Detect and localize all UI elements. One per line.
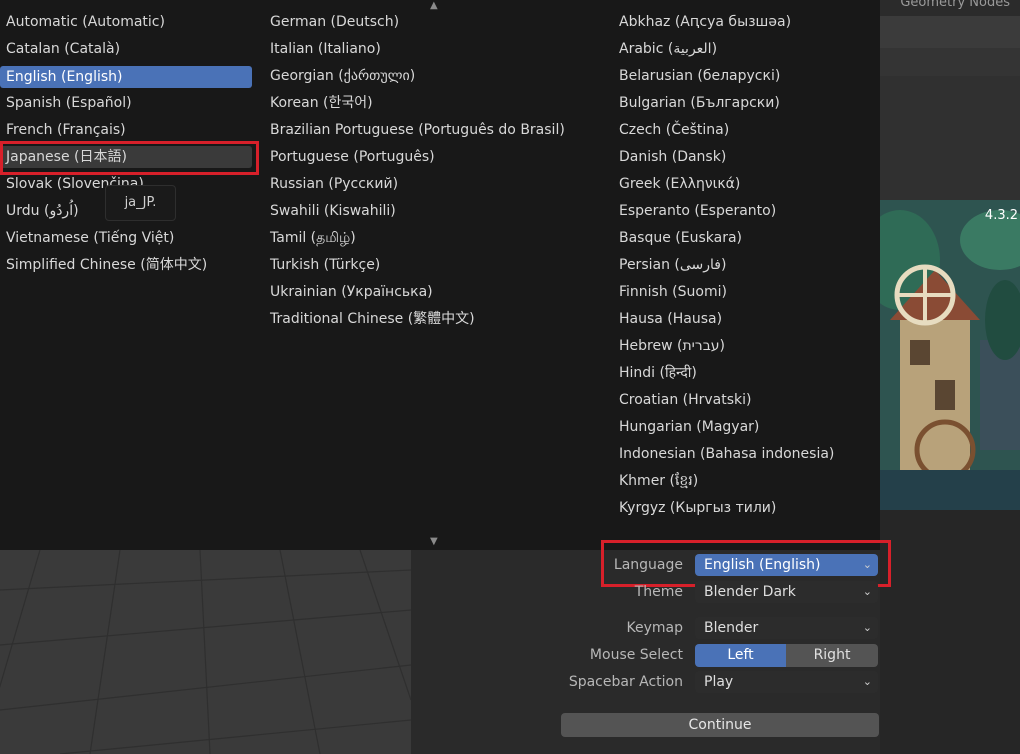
language-option-greek[interactable]: Greek (Ελληνικά) — [613, 173, 740, 195]
theme-dropdown-value: Blender Dark — [704, 584, 796, 600]
language-option-hebrew[interactable]: Hebrew (עברית) — [613, 335, 725, 357]
workspace-tab-geometry-nodes[interactable]: Geometry Nodes — [880, 0, 1020, 16]
spacebar-action-label: Spacebar Action — [568, 674, 683, 690]
language-option-german[interactable]: German (Deutsch) — [264, 11, 399, 33]
3d-viewport-grid — [0, 550, 411, 754]
language-option-persian[interactable]: Persian (فارسی) — [613, 254, 726, 276]
language-option-catalan[interactable]: Catalan (Català) — [0, 38, 252, 60]
language-option-tamil[interactable]: Tamil (தமிழ்) — [264, 227, 356, 249]
chevron-down-icon: ⌄ — [862, 585, 872, 598]
language-option-automatic[interactable]: Automatic (Automatic) — [0, 11, 252, 33]
scroll-down-arrow-icon[interactable]: ▼ — [430, 536, 438, 547]
language-option-basque[interactable]: Basque (Euskara) — [613, 227, 742, 249]
language-option-indonesian[interactable]: Indonesian (Bahasa indonesia) — [613, 443, 834, 465]
keymap-label: Keymap — [626, 620, 684, 636]
language-option-spanish[interactable]: Spanish (Español) — [0, 92, 252, 114]
keymap-dropdown[interactable]: Blender ⌄ — [695, 617, 878, 639]
language-option-abkhaz[interactable]: Abkhaz (Аԥсуа бызшәа) — [613, 11, 791, 33]
language-option-traditional-chinese[interactable]: Traditional Chinese (繁體中文) — [264, 308, 475, 330]
version-label: 4.3.2 — [984, 208, 1018, 223]
language-option-ukrainian[interactable]: Ukrainian (Українська) — [264, 281, 433, 303]
mouse-select-left-button[interactable]: Left — [695, 644, 786, 667]
language-option-hausa[interactable]: Hausa (Hausa) — [613, 308, 722, 330]
language-option-croatian[interactable]: Croatian (Hrvatski) — [613, 389, 752, 411]
language-option-kyrgyz[interactable]: Kyrgyz (Кыргыз тили) — [613, 497, 776, 519]
scroll-up-arrow-icon[interactable]: ▲ — [430, 0, 438, 11]
language-option-finnish[interactable]: Finnish (Suomi) — [613, 281, 727, 303]
language-option-khmer[interactable]: Khmer (ខ្មែរ) — [613, 470, 698, 492]
language-option-swahili[interactable]: Swahili (Kiswahili) — [264, 200, 396, 222]
language-option-turkish[interactable]: Turkish (Türkçe) — [264, 254, 380, 276]
locale-tooltip: ja_JP. — [105, 185, 176, 221]
spacebar-action-value: Play — [704, 674, 734, 690]
language-option-portuguese[interactable]: Portuguese (Português) — [264, 146, 435, 168]
language-option-bulgarian[interactable]: Bulgarian (Български) — [613, 92, 780, 114]
toolbar-strip — [880, 48, 1020, 76]
spacebar-action-dropdown[interactable]: Play ⌄ — [695, 671, 878, 693]
language-option-french[interactable]: French (Français) — [0, 119, 252, 141]
splash-artwork: 4.3.2 — [880, 200, 1020, 510]
language-option-belarusian[interactable]: Belarusian (беларускі) — [613, 65, 780, 87]
continue-button[interactable]: Continue — [561, 713, 879, 737]
language-option-arabic[interactable]: Arabic (العربية) — [613, 38, 717, 60]
language-option-korean[interactable]: Korean (한국어) — [264, 92, 373, 114]
language-dropdown-menu: ▲ ▼ Automatic (Automatic) Catalan (Catal… — [0, 0, 880, 550]
mouse-select-label: Mouse Select — [589, 647, 683, 663]
keymap-dropdown-value: Blender — [704, 620, 759, 636]
language-option-esperanto[interactable]: Esperanto (Esperanto) — [613, 200, 776, 222]
theme-dropdown[interactable]: Blender Dark ⌄ — [695, 581, 878, 603]
mouse-select-right-button[interactable]: Right — [786, 644, 878, 667]
language-option-hungarian[interactable]: Hungarian (Magyar) — [613, 416, 759, 438]
language-option-russian[interactable]: Russian (Русский) — [264, 173, 398, 195]
language-option-italian[interactable]: Italian (Italiano) — [264, 38, 381, 60]
language-option-brazilian-portuguese[interactable]: Brazilian Portuguese (Português do Brasi… — [264, 119, 565, 141]
language-option-simplified-chinese[interactable]: Simplified Chinese (简体中文) — [0, 254, 252, 276]
language-option-hindi[interactable]: Hindi (हिन्दी) — [613, 362, 697, 384]
language-option-danish[interactable]: Danish (Dansk) — [613, 146, 726, 168]
japanese-highlight-box — [0, 141, 259, 175]
chevron-down-icon: ⌄ — [862, 675, 872, 688]
language-option-english-selected[interactable]: English (English) — [0, 66, 252, 88]
theme-label: Theme — [634, 584, 683, 600]
header-bar — [880, 16, 1020, 48]
language-highlight-box — [601, 540, 891, 587]
language-option-vietnamese[interactable]: Vietnamese (Tiếng Việt) — [0, 227, 252, 249]
right-lower-panel — [880, 510, 1020, 754]
chevron-down-icon: ⌄ — [862, 621, 872, 634]
workspace-tab-label: Geometry Nodes — [900, 0, 1010, 10]
language-option-georgian[interactable]: Georgian (ქართული) — [264, 65, 415, 87]
language-option-czech[interactable]: Czech (Čeština) — [613, 119, 729, 141]
